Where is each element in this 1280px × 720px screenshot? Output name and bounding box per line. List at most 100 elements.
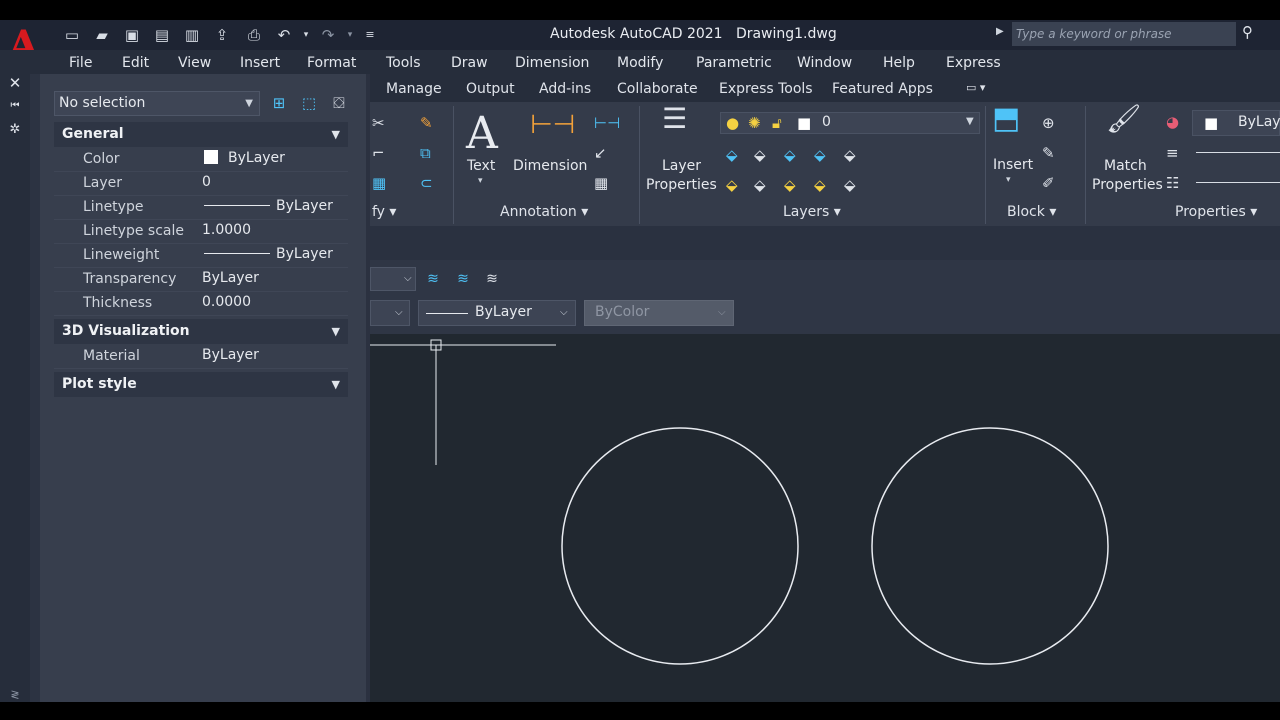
menu-edit[interactable]: Edit xyxy=(122,55,149,71)
layer-freeze-icon[interactable]: ⬙ xyxy=(784,146,796,164)
search-input[interactable]: Type a keyword or phrase xyxy=(1012,22,1236,46)
linetype-dropdown[interactable] xyxy=(1196,182,1280,183)
match-properties-icon[interactable]: 🖌︎ xyxy=(1106,105,1142,133)
insert-block-icon[interactable]: ⬒ xyxy=(992,104,1020,134)
property-row-transparency[interactable]: Transparency ByLayer xyxy=(54,268,348,292)
redo-icon[interactable]: ↷ xyxy=(318,25,338,45)
insert-button[interactable]: Insert xyxy=(993,156,1033,175)
layer-states-icon[interactable]: ≋ xyxy=(481,268,503,290)
layer-thaw-icon[interactable]: ⬙ xyxy=(784,176,796,194)
match-properties-button-line1[interactable]: Match xyxy=(1104,157,1147,176)
menu-draw[interactable]: Draw xyxy=(451,55,488,71)
make-current-layer-icon[interactable]: ≋ xyxy=(422,268,444,290)
menu-view[interactable]: View xyxy=(178,55,211,71)
property-row-thickness[interactable]: Thickness 0.0000 xyxy=(54,292,348,316)
search-expand-icon[interactable]: ▶ xyxy=(996,26,1004,37)
lineweight-dropdown[interactable] xyxy=(1196,152,1280,153)
open-icon[interactable]: ▰ xyxy=(92,25,112,45)
edit-attributes-icon[interactable]: ✐ xyxy=(1042,174,1055,192)
tab-collaborate[interactable]: Collaborate xyxy=(617,81,698,97)
share-icon[interactable]: ⇪ xyxy=(212,25,232,45)
layer-match-icon[interactable]: ⬙ xyxy=(844,146,856,164)
edit-block-icon[interactable]: ✎ xyxy=(1042,144,1055,162)
array-icon[interactable]: ▦ xyxy=(372,174,386,192)
panel-modify-label[interactable]: fy ▾ xyxy=(372,204,396,220)
property-row-linetype[interactable]: Linetype ByLayer xyxy=(54,196,348,220)
erase-icon[interactable]: ✎ xyxy=(420,114,433,132)
menu-express[interactable]: Express xyxy=(946,55,1001,71)
chevron-down-icon[interactable]: ▾ xyxy=(1006,171,1011,189)
save-icon[interactable]: ▣ xyxy=(122,25,142,45)
gear-icon[interactable]: ✲ xyxy=(8,123,22,137)
toggle-pickadd-icon[interactable]: ⊞ xyxy=(268,92,290,114)
circle-entity-1[interactable] xyxy=(561,427,799,665)
layer-unlock-icon[interactable]: ⬙ xyxy=(814,176,826,194)
tab-manage[interactable]: Manage xyxy=(386,81,442,97)
save-as-icon[interactable]: ▤ xyxy=(152,25,172,45)
ribbon-minimize-icon[interactable]: ▭ ▾ xyxy=(966,81,985,94)
tab-add-ins[interactable]: Add-ins xyxy=(539,81,591,97)
match-properties-button-line2[interactable]: Properties xyxy=(1092,176,1163,195)
customize-icon[interactable]: ≡ xyxy=(360,25,380,45)
section-3d-visualization[interactable]: 3D Visualization ▼ xyxy=(54,319,348,344)
menu-dimension[interactable]: Dimension xyxy=(515,55,589,71)
menu-tools[interactable]: Tools xyxy=(386,55,421,71)
panel-annotation-label[interactable]: Annotation ▾ xyxy=(500,204,588,220)
close-icon[interactable]: ✕ xyxy=(8,76,22,91)
layer-properties-button-line1[interactable]: Layer xyxy=(662,157,701,176)
trim-icon[interactable]: ✂ xyxy=(372,114,385,132)
property-row-lineweight[interactable]: Lineweight ByLayer xyxy=(54,244,348,268)
publish-icon[interactable]: ▥ xyxy=(182,25,202,45)
layer-previous-toolbar-icon[interactable]: ≋ xyxy=(452,268,474,290)
plot-icon[interactable]: ⎙ xyxy=(244,25,264,45)
color-toolbar-dropdown[interactable] xyxy=(370,300,410,326)
layer-previous-icon[interactable]: ⬙ xyxy=(844,176,856,194)
auto-hide-icon[interactable]: ⏮ xyxy=(8,99,22,113)
lineweight-icon[interactable]: ≡ xyxy=(1166,144,1179,162)
drawing-canvas[interactable] xyxy=(370,334,1280,702)
menu-format[interactable]: Format xyxy=(307,55,356,71)
new-icon[interactable]: ▭ xyxy=(62,25,82,45)
create-block-icon[interactable]: ⊕ xyxy=(1042,114,1055,132)
fillet-icon[interactable]: ⌐ xyxy=(372,144,385,162)
menu-window[interactable]: Window xyxy=(797,55,852,71)
select-objects-icon[interactable]: ⬚ xyxy=(298,92,320,114)
linear-dimension-icon[interactable]: ⊢⊣ xyxy=(594,114,620,132)
menu-parametric[interactable]: Parametric xyxy=(696,55,772,71)
linetype-icon[interactable]: ☷ xyxy=(1166,174,1179,192)
leader-icon[interactable]: ↙ xyxy=(594,144,607,162)
tab-output[interactable]: Output xyxy=(466,81,515,97)
search-icon[interactable]: ⚲ xyxy=(1242,23,1262,43)
layer-on-icon[interactable]: ⬙ xyxy=(726,176,738,194)
tab-express-tools[interactable]: Express Tools xyxy=(719,81,813,97)
property-row-color[interactable]: Color ByLayer xyxy=(54,148,348,172)
layer-isolate-icon[interactable]: ⬙ xyxy=(754,146,766,164)
menu-file[interactable]: File xyxy=(69,55,92,71)
circle-entity-2[interactable] xyxy=(871,427,1109,665)
layer-properties-icon[interactable]: ☰ xyxy=(662,105,687,133)
panel-block-label[interactable]: Block ▾ xyxy=(1007,204,1056,220)
color-wheel-icon[interactable]: ◕ xyxy=(1166,113,1179,131)
property-row-material[interactable]: Material ByLayer xyxy=(54,345,348,369)
undo-dropdown-icon[interactable]: ▾ xyxy=(296,25,316,45)
layer-properties-button-line2[interactable]: Properties xyxy=(646,176,717,195)
panel-layers-label[interactable]: Layers ▾ xyxy=(783,204,841,220)
text-icon[interactable]: A xyxy=(466,108,498,159)
menu-modify[interactable]: Modify xyxy=(617,55,663,71)
redo-dropdown-icon[interactable]: ▾ xyxy=(340,25,360,45)
undo-icon[interactable]: ↶ xyxy=(274,25,294,45)
panel-properties-label[interactable]: Properties ▾ xyxy=(1175,204,1257,220)
layer-off-icon[interactable]: ⬙ xyxy=(726,146,738,164)
section-general[interactable]: General ▼ xyxy=(54,122,348,147)
dimension-button[interactable]: Dimension xyxy=(513,157,587,176)
copy-icon[interactable]: ⧉ xyxy=(420,144,431,162)
section-plot-style[interactable]: Plot style ▼ xyxy=(54,372,348,397)
layer-lock-icon[interactable]: ⬙ xyxy=(814,146,826,164)
table-icon[interactable]: ▦ xyxy=(594,174,608,192)
menu-help[interactable]: Help xyxy=(883,55,915,71)
selection-dropdown[interactable]: No selection ▼ xyxy=(54,91,260,116)
property-row-linetype-scale[interactable]: Linetype scale 1.0000 xyxy=(54,220,348,244)
quick-select-icon[interactable]: ⛋ xyxy=(328,92,350,114)
menu-insert[interactable]: Insert xyxy=(240,55,280,71)
drawing-svg[interactable] xyxy=(370,334,1280,702)
